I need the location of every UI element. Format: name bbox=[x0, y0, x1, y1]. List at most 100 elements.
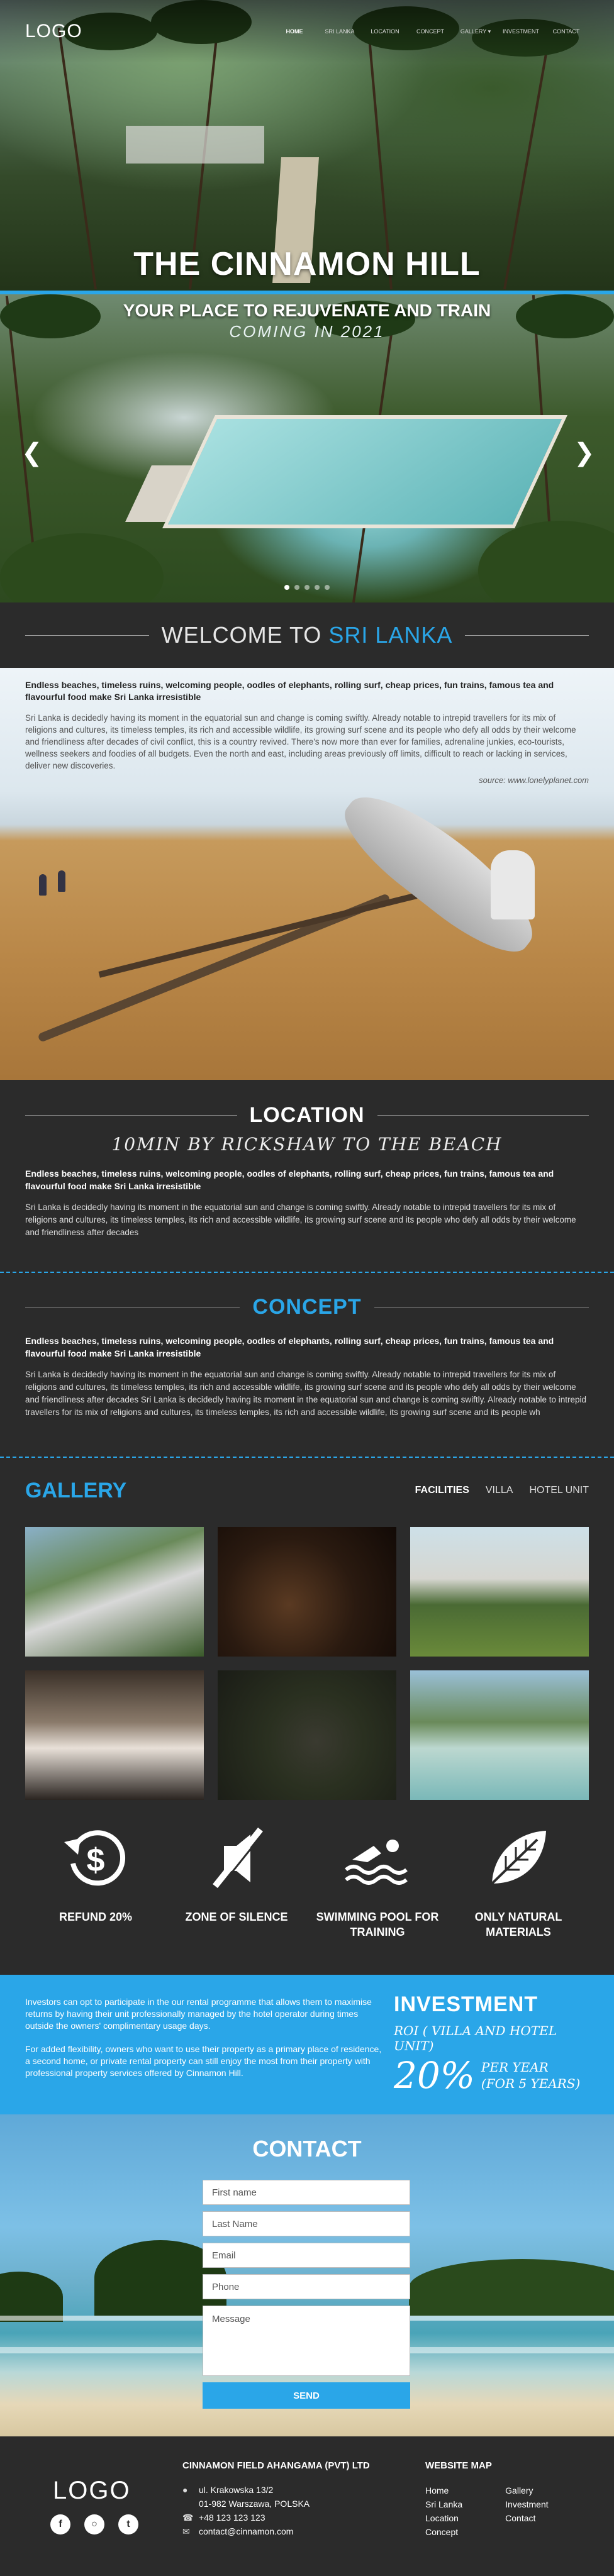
message-field[interactable]: Message bbox=[203, 2306, 410, 2376]
nav-link-investment[interactable]: INVESTMENT bbox=[498, 28, 544, 35]
sitemap-link[interactable]: Concept bbox=[425, 2525, 462, 2539]
chevron-left-icon[interactable]: ❮ bbox=[21, 440, 43, 465]
investment-section: Investors can opt to participate in the … bbox=[0, 1975, 614, 2114]
welcome-source[interactable]: source: www.lonelyplanet.com bbox=[25, 775, 589, 785]
logo[interactable]: LOGO bbox=[25, 21, 82, 42]
tab-villa[interactable]: VILLA bbox=[486, 1485, 513, 1496]
email-address[interactable]: contact@cinnamon.com bbox=[199, 2525, 293, 2538]
twitter-icon[interactable]: t bbox=[118, 2514, 138, 2534]
refund-dollar-icon: $ bbox=[64, 1830, 125, 1886]
tab-facilities[interactable]: FACILITIES bbox=[415, 1485, 469, 1496]
phone-number[interactable]: +48 123 123 123 bbox=[199, 2511, 265, 2524]
nav-links: HOME SRI LANKA LOCATION CONCEPT GALLERY … bbox=[272, 28, 589, 35]
nav-link-concept[interactable]: CONCEPT bbox=[408, 28, 453, 35]
tab-hotel-unit[interactable]: HOTEL UNIT bbox=[529, 1485, 589, 1496]
nav-link-gallery[interactable]: GALLERY ▾ bbox=[453, 28, 498, 35]
address-line: ul. Krakowska 13/2 bbox=[199, 2485, 274, 2495]
feature-label: ONLY NATURAL MATERIALS bbox=[474, 1911, 562, 1938]
features-row: $ REFUND 20% ZONE OF SILENCE SWIMMING PO… bbox=[0, 1821, 614, 1972]
hero-subtitle: YOUR PLACE TO REJUVENATE AND TRAIN bbox=[123, 301, 491, 320]
facebook-icon[interactable]: f bbox=[50, 2514, 70, 2534]
contact-title: CONTACT bbox=[252, 2136, 362, 2162]
email-field[interactable]: Email bbox=[203, 2243, 410, 2268]
feature-silence: ZONE OF SILENCE bbox=[174, 1821, 299, 1972]
gallery-image[interactable] bbox=[410, 1527, 589, 1657]
contact-form: First name Last Name Email Phone Message… bbox=[203, 2180, 410, 2409]
feature-refund: $ REFUND 20% bbox=[33, 1821, 159, 1972]
sitemap-title: WEBSITE MAP bbox=[425, 2460, 492, 2471]
hero-coming-soon: COMING IN 2021 bbox=[229, 322, 385, 341]
divider bbox=[25, 1114, 237, 1116]
feature-label: ZONE OF SILENCE bbox=[185, 1911, 288, 1923]
gallery-image[interactable] bbox=[25, 1670, 204, 1800]
location-lead: Endless beaches, timeless ruins, welcomi… bbox=[25, 1169, 554, 1191]
feature-label: SWIMMING POOL FOR TRAINING bbox=[316, 1911, 439, 1938]
location-tagline: 10MIN BY RICKSHAW TO THE BEACH bbox=[111, 1134, 503, 1155]
gallery-image[interactable] bbox=[410, 1670, 589, 1800]
footer: LOGO f ○ t CINNAMON FIELD AHANGAMA (PVT)… bbox=[0, 2436, 614, 2576]
phone-field[interactable]: Phone bbox=[203, 2274, 410, 2299]
boat-outrigger bbox=[98, 892, 418, 978]
sitemap-link[interactable]: Contact bbox=[505, 2511, 548, 2525]
sitemap-link[interactable]: Sri Lanka bbox=[425, 2497, 462, 2511]
footer-logo[interactable]: LOGO bbox=[53, 2477, 131, 2505]
carousel-dot[interactable] bbox=[294, 585, 299, 590]
dashed-divider bbox=[0, 1272, 614, 1273]
concept-section: CONCEPT Endless beaches, timeless ruins,… bbox=[0, 1274, 614, 1457]
first-name-field[interactable]: First name bbox=[203, 2180, 410, 2205]
carousel-dot[interactable] bbox=[315, 585, 320, 590]
top-nav: LOGO HOME SRI LANKA LOCATION CONCEPT GAL… bbox=[0, 0, 614, 63]
footer-sitemap: WEBSITE MAP Home Sri Lanka Location Conc… bbox=[425, 2460, 549, 2539]
gallery-image[interactable] bbox=[25, 1527, 204, 1657]
pool bbox=[162, 415, 567, 528]
gallery-tabs: FACILITIES VILLA HOTEL UNIT bbox=[415, 1485, 589, 1496]
person bbox=[39, 874, 47, 896]
feature-label: REFUND 20% bbox=[59, 1911, 133, 1923]
location-section: LOCATION 10MIN BY RICKSHAW TO THE BEACH … bbox=[0, 1080, 614, 1272]
gallery-title: GALLERY bbox=[25, 1478, 127, 1502]
investment-years: (FOR 5 YEARS) bbox=[481, 2076, 581, 2091]
welcome-title-accent: SRI LANKA bbox=[328, 622, 453, 648]
footer-company: CINNAMON FIELD AHANGAMA (PVT) LTD ● ul. K… bbox=[182, 2460, 370, 2538]
location-paragraph: Sri Lanka is decidedly having its moment… bbox=[25, 1202, 576, 1237]
investment-roi: ROI ( VILLA AND HOTEL UNIT) bbox=[394, 2023, 557, 2053]
sitemap-link[interactable]: Gallery bbox=[505, 2484, 548, 2497]
welcome-paragraph: Sri Lanka is decidedly having its moment… bbox=[25, 713, 576, 770]
phone-icon: ☎ bbox=[182, 2512, 194, 2523]
chevron-right-icon[interactable]: ❯ bbox=[574, 440, 595, 465]
concept-title: CONCEPT bbox=[252, 1294, 362, 1319]
send-button[interactable]: SEND bbox=[203, 2382, 410, 2409]
concept-paragraph: Sri Lanka is decidedly having its moment… bbox=[25, 1370, 587, 1417]
leaf-icon bbox=[491, 1831, 546, 1885]
divider bbox=[377, 1114, 589, 1116]
welcome-section: Endless beaches, timeless ruins, welcomi… bbox=[0, 668, 614, 1080]
instagram-icon[interactable]: ○ bbox=[84, 2514, 104, 2534]
company-name: CINNAMON FIELD AHANGAMA (PVT) LTD bbox=[182, 2460, 370, 2471]
mail-icon: ✉ bbox=[182, 2526, 190, 2536]
social-links: f ○ t bbox=[50, 2514, 138, 2534]
divider bbox=[465, 635, 589, 636]
sitemap-link[interactable]: Home bbox=[425, 2484, 462, 2497]
welcome-header: WELCOME TO SRI LANKA bbox=[0, 602, 614, 668]
feature-pool: SWIMMING POOL FOR TRAINING bbox=[315, 1821, 440, 1972]
investment-percent: 20% bbox=[394, 2054, 475, 2097]
investment-paragraph: For added flexibility, owners who want t… bbox=[25, 2044, 382, 2078]
divider bbox=[25, 635, 149, 636]
carousel-dot[interactable] bbox=[284, 585, 289, 590]
nav-link-location[interactable]: LOCATION bbox=[362, 28, 408, 35]
sitemap-link[interactable]: Investment bbox=[505, 2497, 548, 2511]
contact-section: CONTACT First name Last Name Email Phone… bbox=[0, 2114, 614, 2436]
nav-link-sri-lanka[interactable]: SRI LANKA bbox=[317, 28, 362, 35]
nav-link-home[interactable]: HOME bbox=[272, 28, 317, 35]
gallery-image[interactable] bbox=[218, 1670, 396, 1800]
carousel-dots bbox=[0, 582, 614, 593]
last-name-field[interactable]: Last Name bbox=[203, 2211, 410, 2236]
hero-title: THE CINNAMON HILL bbox=[133, 246, 481, 282]
dashed-divider bbox=[0, 1457, 614, 1458]
svg-text:$: $ bbox=[87, 1842, 105, 1879]
carousel-dot[interactable] bbox=[325, 585, 330, 590]
nav-link-contact[interactable]: CONTACT bbox=[544, 28, 589, 35]
carousel-dot[interactable] bbox=[304, 585, 310, 590]
gallery-image[interactable] bbox=[218, 1527, 396, 1657]
sitemap-link[interactable]: Location bbox=[425, 2511, 462, 2525]
